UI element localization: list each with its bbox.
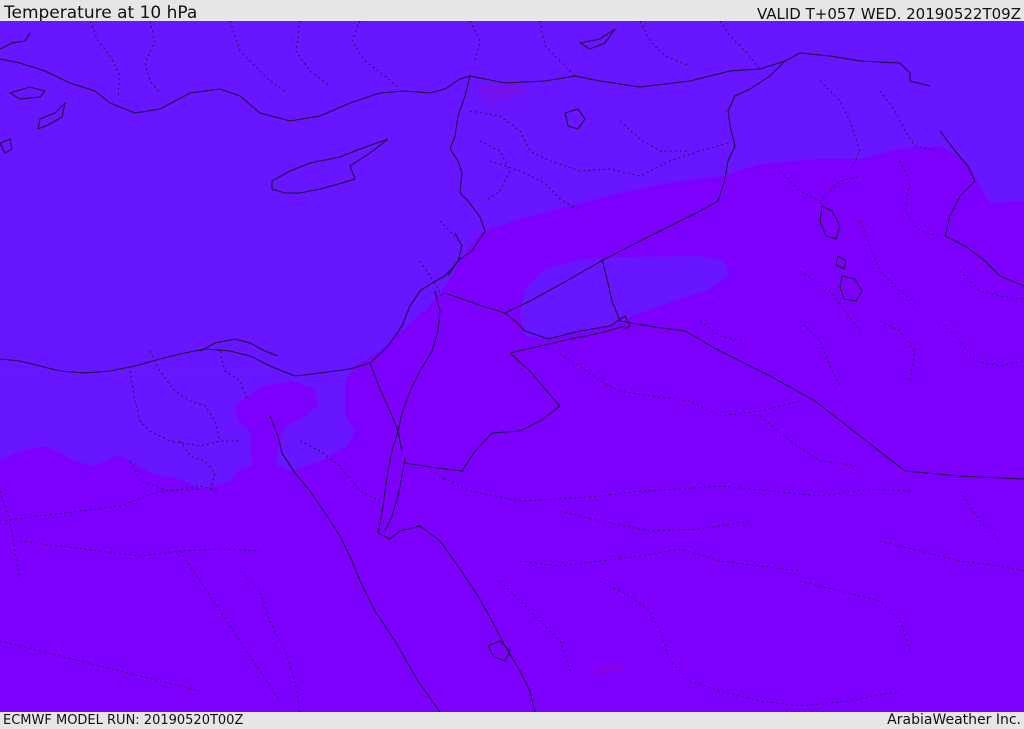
- credit-label: ArabiaWeather Inc.: [887, 712, 1021, 728]
- map-panel: [0, 21, 1024, 712]
- model-run-label: ECMWF MODEL RUN: 20190520T00Z: [3, 713, 244, 728]
- map-title: Temperature at 10 hPa: [4, 3, 198, 23]
- footer-bar: ECMWF MODEL RUN: 20190520T00Z ArabiaWeat…: [0, 712, 1024, 729]
- temperature-map: [0, 21, 1024, 712]
- header-bar: Temperature at 10 hPa VALID T+057 WED. 2…: [0, 0, 1024, 23]
